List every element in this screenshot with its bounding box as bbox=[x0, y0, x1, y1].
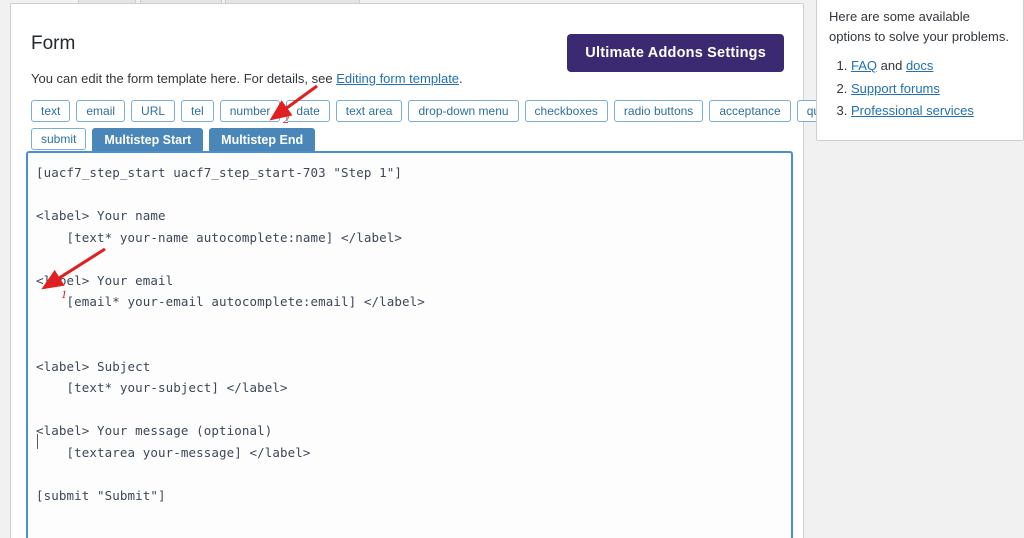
tag-button-email[interactable]: email bbox=[76, 100, 126, 123]
ultimate-addons-settings-button[interactable]: Ultimate Addons Settings bbox=[567, 34, 784, 72]
screen-root: Form You can edit the form template here… bbox=[0, 0, 1024, 538]
tag-button-row-2: submit Multistep Start Multistep End bbox=[31, 128, 783, 154]
text-caret bbox=[37, 434, 38, 449]
help-list-item: Support forums bbox=[851, 78, 1011, 100]
help-link-docs[interactable]: docs bbox=[906, 58, 933, 73]
annotation-label-1: 1 bbox=[61, 287, 67, 301]
tag-button-multistep-end[interactable]: Multistep End bbox=[209, 128, 316, 154]
help-box: Do you need help? Here are some availabl… bbox=[816, 0, 1024, 142]
help-list-item: FAQ and docs bbox=[851, 55, 1011, 77]
tag-button-tel[interactable]: tel bbox=[181, 100, 214, 123]
editing-form-template-link[interactable]: Editing form template bbox=[336, 71, 459, 86]
help-link-faq[interactable]: FAQ bbox=[851, 58, 877, 73]
help-link-support-forums[interactable]: Support forums bbox=[851, 81, 940, 96]
help-sidebar: Do you need help? Here are some availabl… bbox=[816, 0, 1024, 142]
tag-button-radio-buttons[interactable]: radio buttons bbox=[613, 100, 704, 123]
help-link-conjunction: and bbox=[877, 58, 906, 74]
form-editor-panel: Form You can edit the form template here… bbox=[10, 3, 881, 538]
form-template-editor[interactable]: [uacf7_step_start uacf7_step_start-703 "… bbox=[26, 151, 793, 538]
tag-button-checkboxes[interactable]: checkboxes bbox=[524, 100, 608, 123]
help-link-professional-services[interactable]: Professional services bbox=[851, 103, 974, 118]
tag-button-submit[interactable]: submit bbox=[31, 128, 87, 151]
tag-button-row-1: text email URL tel number date text area drop-d… bbox=[31, 100, 881, 123]
form-template-code[interactable]: [uacf7_step_start uacf7_step_start-703 "… bbox=[36, 162, 781, 506]
form-description-period: . bbox=[459, 70, 463, 86]
tag-button-date[interactable]: date bbox=[286, 100, 330, 123]
help-link-list: FAQ and docs Support forums Professional s… bbox=[829, 55, 1011, 122]
tag-button-number[interactable]: number bbox=[219, 100, 281, 123]
tag-button-url[interactable]: URL bbox=[131, 100, 176, 123]
help-intro: Here are some available options to solve… bbox=[829, 9, 1009, 45]
help-list-item: Professional services bbox=[851, 100, 1011, 122]
tag-button-drop-down-menu[interactable]: drop-down menu bbox=[408, 100, 519, 123]
tag-button-acceptance[interactable]: acceptance bbox=[709, 100, 791, 123]
tag-button-text[interactable]: text bbox=[31, 100, 71, 123]
form-description-text: You can edit the form template here. For… bbox=[31, 70, 337, 86]
tag-button-text-area[interactable]: text area bbox=[335, 100, 403, 123]
annotation-label-2: 2 bbox=[283, 112, 289, 126]
tag-generator-buttons: text email URL tel number date text area drop-d… bbox=[31, 100, 881, 154]
tag-button-multistep-start[interactable]: Multistep Start bbox=[92, 128, 204, 154]
